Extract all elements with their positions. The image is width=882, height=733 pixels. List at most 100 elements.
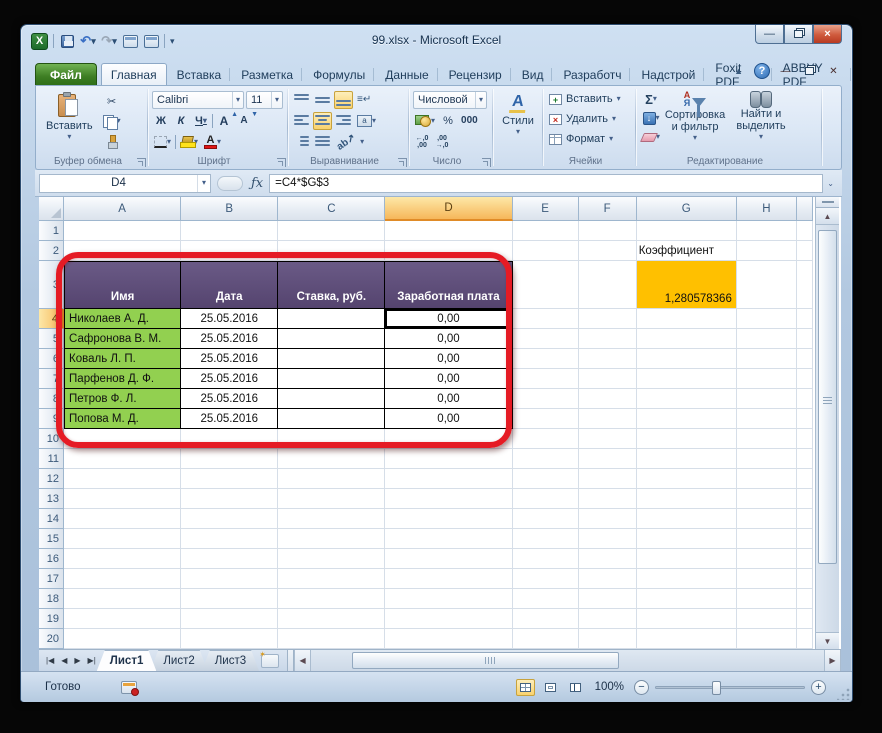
cell-E9[interactable] — [512, 409, 579, 429]
row-header-9[interactable]: 9 — [39, 409, 65, 429]
cell-E11[interactable] — [512, 449, 579, 469]
cell-C17[interactable] — [278, 569, 386, 589]
cell-A14[interactable] — [64, 509, 182, 529]
tab-формулы[interactable]: Формулы — [303, 63, 375, 85]
tab-главная[interactable]: Главная — [100, 63, 167, 85]
insert-worksheet-button[interactable] — [259, 650, 280, 668]
cell-F15[interactable] — [578, 529, 637, 549]
collapse-ribbon-icon[interactable]: ▲ — [730, 64, 747, 78]
restore-button[interactable] — [784, 25, 813, 44]
cell-E6[interactable] — [512, 349, 579, 369]
underline-button[interactable]: Ч ▾ — [192, 112, 210, 130]
tab-рецензир[interactable]: Рецензир — [439, 63, 512, 85]
cell-C5[interactable] — [278, 329, 386, 349]
cell-G13[interactable] — [636, 489, 737, 509]
row-header-16[interactable]: 16 — [39, 549, 65, 569]
format-painter-button[interactable] — [101, 132, 123, 150]
cell-G18[interactable] — [636, 589, 737, 609]
insert-cells-button[interactable]: + Вставить ▾ — [547, 89, 632, 109]
cell-F7[interactable] — [578, 369, 637, 389]
italic-button[interactable]: К — [172, 112, 190, 130]
cell-F14[interactable] — [578, 509, 637, 529]
dialog-launcher-icon[interactable] — [398, 158, 407, 167]
column-header-G[interactable]: G — [636, 197, 737, 221]
tab-данные[interactable]: Данные — [375, 63, 439, 85]
cell-C16[interactable] — [278, 549, 386, 569]
page-layout-view-button[interactable] — [541, 679, 560, 696]
close-button[interactable]: × — [813, 25, 842, 44]
cell-H17[interactable] — [736, 569, 797, 589]
row-header-18[interactable]: 18 — [39, 589, 65, 609]
cell-D18[interactable] — [385, 589, 513, 609]
resize-grip[interactable] — [837, 687, 850, 700]
cell-D11[interactable] — [385, 449, 513, 469]
cell-D4[interactable]: 0,00 — [385, 309, 513, 329]
cell-F3[interactable] — [578, 261, 637, 309]
percent-button[interactable]: % — [439, 112, 457, 130]
cell-H2[interactable] — [736, 241, 797, 261]
tab-разработч[interactable]: Разработч — [553, 63, 631, 85]
decrease-indent-button[interactable] — [292, 133, 311, 151]
cell-D16[interactable] — [385, 549, 513, 569]
row-header-7[interactable]: 7 — [39, 369, 65, 389]
sort-filter-button[interactable]: АЯ Сортировка и фильтр ▾ — [662, 89, 728, 154]
cell-B16[interactable] — [181, 549, 279, 569]
cell-D1[interactable] — [385, 221, 513, 241]
cell-H6[interactable] — [736, 349, 797, 369]
cell-C8[interactable] — [278, 389, 386, 409]
row-header-4[interactable]: 4 — [39, 309, 65, 329]
cell-E18[interactable] — [512, 589, 579, 609]
align-left-button[interactable] — [292, 112, 311, 130]
cell-B18[interactable] — [181, 589, 279, 609]
cell-D8[interactable]: 0,00 — [385, 389, 513, 409]
cell-F4[interactable] — [578, 309, 637, 329]
bold-button[interactable]: Ж — [152, 112, 170, 130]
cell-B7[interactable]: 25.05.2016 — [181, 369, 279, 389]
cell-G17[interactable] — [636, 569, 737, 589]
cell-G8[interactable] — [636, 389, 737, 409]
row-header-15[interactable]: 15 — [39, 529, 65, 549]
fill-color-button[interactable]: ▾ — [178, 133, 200, 151]
number-format-combo[interactable]: Числовой ▾ — [413, 90, 487, 109]
cell-H8[interactable] — [736, 389, 797, 409]
decrease-decimal-button[interactable]: ,00 →,0 — [433, 133, 451, 151]
tab-вставка[interactable]: Вставка — [167, 63, 232, 85]
cell-E10[interactable] — [512, 429, 579, 449]
align-right-button[interactable] — [334, 112, 353, 130]
cell-H3[interactable] — [736, 261, 797, 309]
cell-H14[interactable] — [736, 509, 797, 529]
cell-G4[interactable] — [636, 309, 737, 329]
sheet-tab-лист2[interactable]: Лист2 — [150, 650, 207, 671]
row-header-17[interactable]: 17 — [39, 569, 65, 589]
row-header-12[interactable]: 12 — [39, 469, 65, 489]
select-all-corner[interactable] — [39, 197, 65, 221]
cell-C15[interactable] — [278, 529, 386, 549]
cell-C12[interactable] — [278, 469, 386, 489]
cell-C20[interactable] — [278, 629, 386, 649]
cell-F6[interactable] — [578, 349, 637, 369]
first-sheet-button[interactable]: |◀ — [43, 656, 57, 665]
name-box-dropdown-icon[interactable]: ▾ — [196, 174, 210, 192]
workbook-close-button[interactable]: ✕ — [825, 64, 842, 79]
scroll-down-icon[interactable]: ▼ — [816, 632, 839, 649]
cell-E7[interactable] — [512, 369, 579, 389]
cell-D12[interactable] — [385, 469, 513, 489]
name-box[interactable]: D4 ▾ — [39, 173, 211, 193]
cell-F8[interactable] — [578, 389, 637, 409]
row-header-20[interactable]: 20 — [39, 629, 65, 649]
split-handle[interactable] — [816, 197, 839, 208]
cell-C7[interactable] — [278, 369, 386, 389]
cell-B11[interactable] — [181, 449, 279, 469]
cell-G7[interactable] — [636, 369, 737, 389]
zoom-in-button[interactable]: + — [811, 679, 826, 695]
cell-F20[interactable] — [578, 629, 637, 649]
column-header-H[interactable]: H — [736, 197, 797, 221]
cell-A8[interactable]: Петров Ф. Л. — [64, 389, 182, 409]
tab-надстрой[interactable]: Надстрой — [631, 63, 705, 85]
cell-D17[interactable] — [385, 569, 513, 589]
cell-H9[interactable] — [736, 409, 797, 429]
row-header-6[interactable]: 6 — [39, 349, 65, 369]
cell-C3[interactable]: Ставка, руб. — [278, 261, 386, 309]
cell-B8[interactable]: 25.05.2016 — [181, 389, 279, 409]
cell-H11[interactable] — [736, 449, 797, 469]
